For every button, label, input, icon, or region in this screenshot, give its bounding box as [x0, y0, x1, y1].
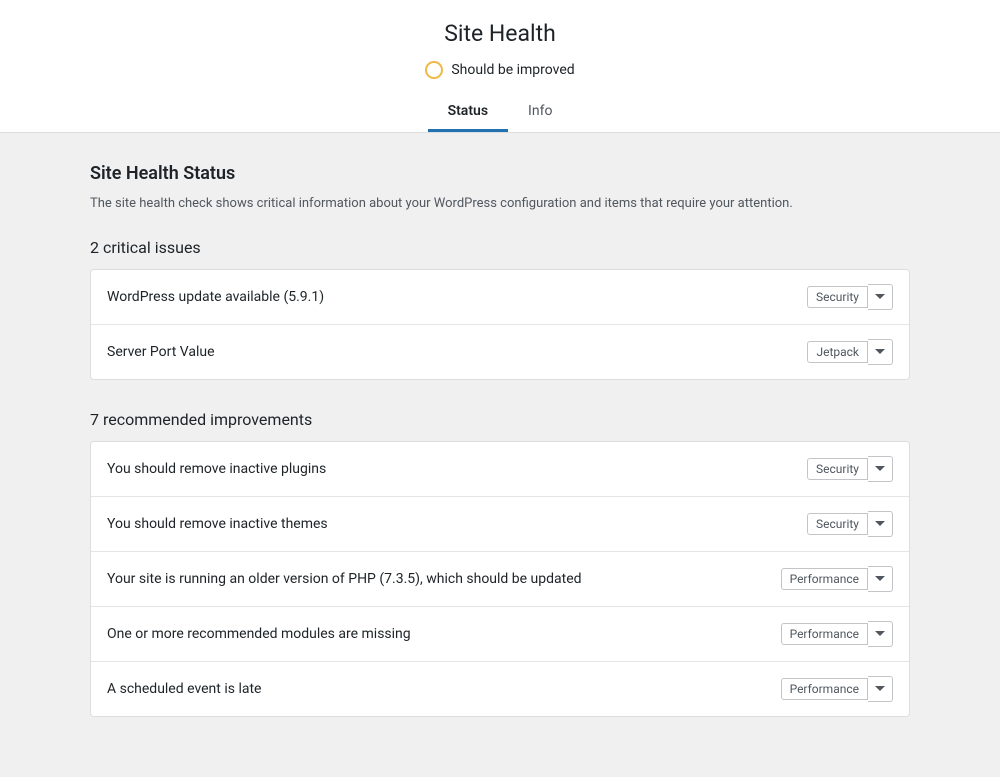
- issue-actions: Security: [807, 511, 893, 537]
- main-content: Site Health Status The site health check…: [70, 133, 930, 777]
- chevron-down-icon: [875, 631, 885, 636]
- issue-tag: Security: [807, 458, 868, 480]
- critical-issues-list: WordPress update available (5.9.1) Secur…: [90, 269, 910, 380]
- issue-label: Server Port Value: [107, 344, 807, 360]
- issue-actions: Performance: [781, 621, 893, 647]
- table-row: You should remove inactive themes Securi…: [91, 497, 909, 552]
- issue-actions: Performance: [781, 566, 893, 592]
- expand-button[interactable]: [868, 511, 893, 537]
- expand-button[interactable]: [868, 566, 893, 592]
- expand-button[interactable]: [868, 621, 893, 647]
- issue-label: WordPress update available (5.9.1): [107, 289, 807, 305]
- chevron-down-icon: [875, 349, 885, 354]
- page-title: Site Health: [0, 20, 1000, 47]
- issue-tag: Performance: [781, 623, 868, 645]
- issue-tag: Performance: [781, 678, 868, 700]
- critical-issues-heading: 2 critical issues: [90, 238, 910, 257]
- issue-actions: Performance: [781, 676, 893, 702]
- table-row: Your site is running an older version of…: [91, 552, 909, 607]
- table-row: One or more recommended modules are miss…: [91, 607, 909, 662]
- section-description: The site health check shows critical inf…: [90, 194, 910, 214]
- issue-actions: Security: [807, 456, 893, 482]
- chevron-down-icon: [875, 521, 885, 526]
- issue-actions: Security: [807, 284, 893, 310]
- chevron-down-icon: [875, 466, 885, 471]
- table-row: You should remove inactive plugins Secur…: [91, 442, 909, 497]
- recommended-improvements-heading: 7 recommended improvements: [90, 410, 910, 429]
- issue-actions: Jetpack: [807, 339, 893, 365]
- issue-label: You should remove inactive themes: [107, 516, 807, 532]
- status-circle-icon: [425, 61, 443, 79]
- table-row: Server Port Value Jetpack: [91, 325, 909, 379]
- tab-status[interactable]: Status: [428, 95, 508, 132]
- chevron-down-icon: [875, 686, 885, 691]
- tab-bar: Status Info: [0, 95, 1000, 132]
- issue-label: One or more recommended modules are miss…: [107, 626, 781, 642]
- expand-button[interactable]: [868, 676, 893, 702]
- status-label: Should be improved: [451, 62, 574, 78]
- tab-info[interactable]: Info: [508, 95, 572, 132]
- page-header: Site Health Should be improved Status In…: [0, 0, 1000, 133]
- chevron-down-icon: [875, 294, 885, 299]
- issue-label: You should remove inactive plugins: [107, 461, 807, 477]
- recommended-issues-list: You should remove inactive plugins Secur…: [90, 441, 910, 717]
- expand-button[interactable]: [868, 284, 893, 310]
- issue-label: A scheduled event is late: [107, 681, 781, 697]
- expand-button[interactable]: [868, 456, 893, 482]
- issue-tag: Performance: [781, 568, 868, 590]
- table-row: WordPress update available (5.9.1) Secur…: [91, 270, 909, 325]
- expand-button[interactable]: [868, 339, 893, 365]
- issue-tag: Security: [807, 286, 868, 308]
- status-indicator: Should be improved: [0, 61, 1000, 79]
- section-title: Site Health Status: [90, 163, 910, 184]
- issue-label: Your site is running an older version of…: [107, 571, 781, 587]
- issue-tag: Jetpack: [807, 341, 868, 363]
- chevron-down-icon: [875, 576, 885, 581]
- table-row: A scheduled event is late Performance: [91, 662, 909, 716]
- issue-tag: Security: [807, 513, 868, 535]
